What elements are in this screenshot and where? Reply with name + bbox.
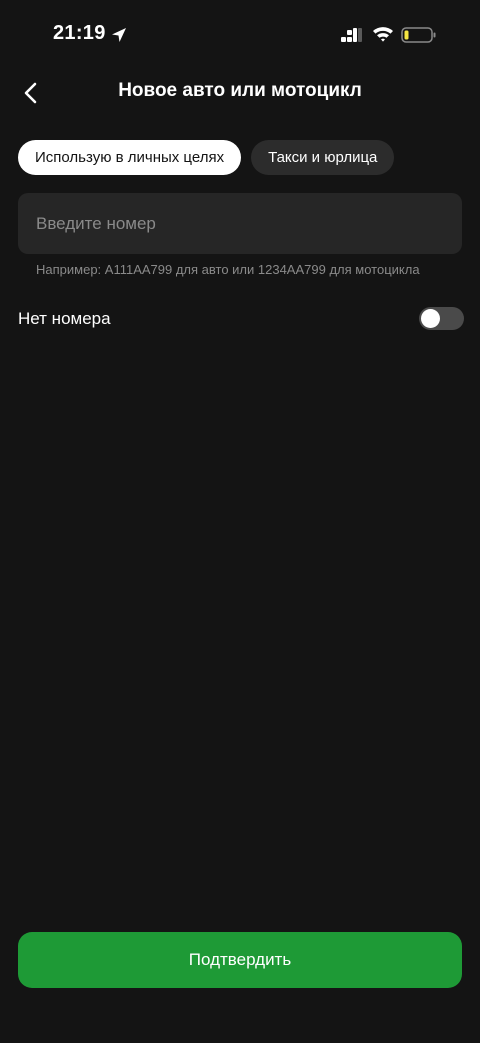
usage-type-tabs: Использую в личных целях Такси и юрлица — [18, 140, 395, 175]
header: Новое авто или мотоцикл — [0, 70, 480, 114]
no-plate-toggle[interactable] — [419, 307, 464, 330]
plate-input-hint: Например: А111АА799 для авто или 1234АА7… — [36, 262, 420, 277]
status-bar: 21:19 — [0, 0, 480, 70]
location-arrow-icon — [112, 28, 126, 42]
plate-input-container — [18, 193, 462, 254]
page-title: Новое авто или мотоцикл — [118, 80, 362, 101]
tab-taxi-legal-entities[interactable]: Такси и юрлица — [251, 140, 395, 175]
no-plate-label: Нет номера — [18, 309, 111, 328]
toggle-knob — [421, 309, 440, 328]
no-plate-row: Нет номера — [18, 304, 464, 334]
tab-personal-use[interactable]: Использую в личных целях — [18, 140, 242, 175]
status-time: 21:19 — [53, 22, 106, 44]
plate-number-input[interactable] — [18, 193, 462, 254]
confirm-button[interactable]: Подтвердить — [18, 932, 462, 988]
battery-icon — [401, 27, 436, 43]
cellular-signal-icon — [341, 28, 362, 42]
wifi-icon — [373, 27, 393, 42]
